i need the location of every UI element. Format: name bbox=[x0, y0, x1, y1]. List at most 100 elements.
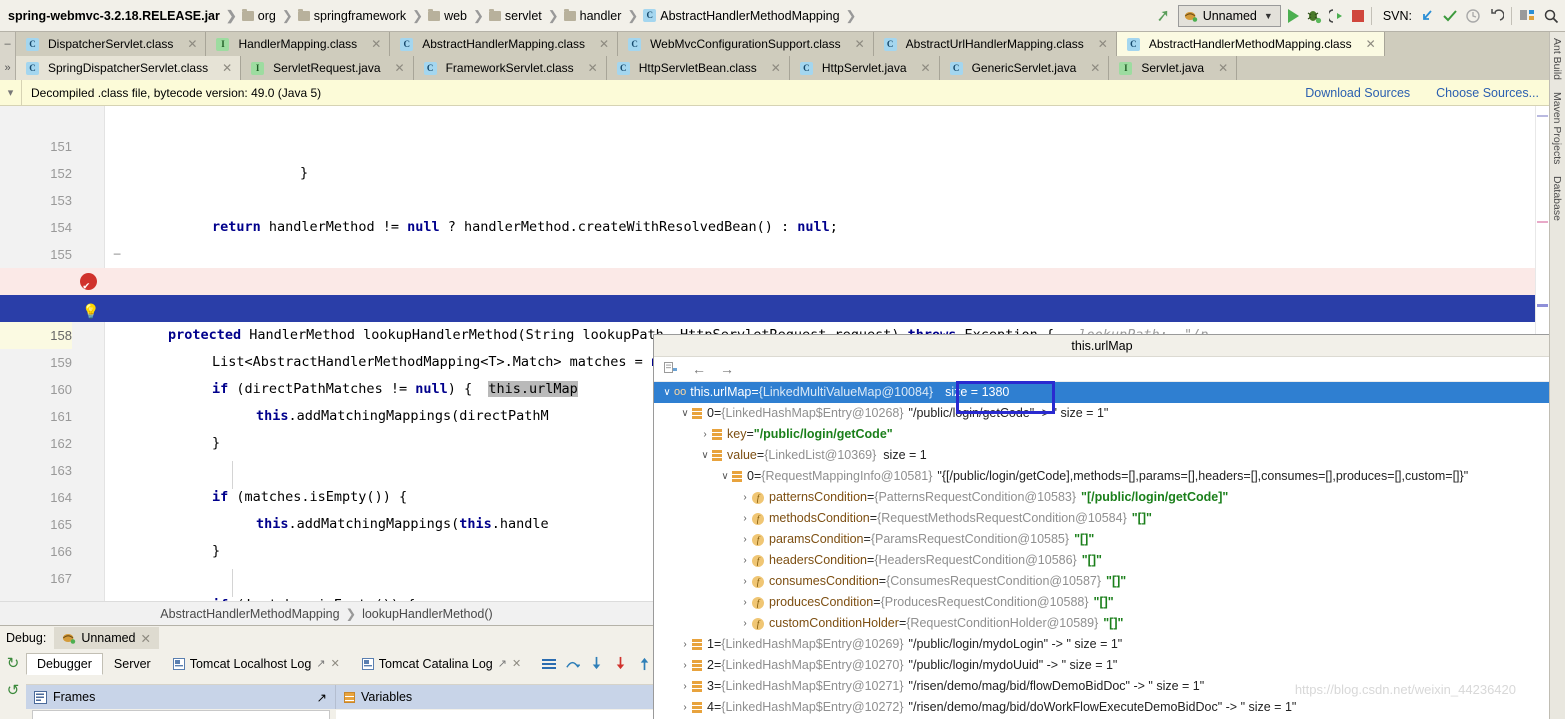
tab-debugger[interactable]: Debugger bbox=[26, 652, 103, 675]
tab-servlet[interactable]: I Servlet.java ✕ bbox=[1109, 56, 1238, 80]
debug-icon[interactable] bbox=[1306, 8, 1322, 24]
tree-row[interactable]: › f methodsCondition = {RequestMethodsRe… bbox=[654, 508, 1550, 529]
tree-row[interactable]: › key = "/public/login/getCode" bbox=[654, 424, 1550, 445]
chevron-right-icon[interactable]: › bbox=[678, 676, 692, 697]
tree-row[interactable]: › 1 = {LinkedHashMap$Entry@10269} "/publ… bbox=[654, 634, 1550, 655]
value-inspector-popup[interactable]: this.urlMap ← → ∨ oo this.urlMap = {Link… bbox=[653, 334, 1550, 719]
tabs-overflow-handle[interactable]: » bbox=[0, 56, 16, 80]
chevron-right-icon[interactable]: › bbox=[738, 550, 752, 571]
project-structure-icon[interactable] bbox=[1519, 8, 1536, 23]
chevron-right-icon[interactable]: › bbox=[738, 592, 752, 613]
pin-icon[interactable]: ↗ bbox=[317, 690, 327, 705]
tab-servletrequest[interactable]: I ServletRequest.java ✕ bbox=[241, 56, 414, 80]
breadcrumb-item-class[interactable]: C AbstractHandlerMethodMapping ❯ bbox=[643, 8, 861, 24]
chevron-right-icon[interactable]: › bbox=[738, 508, 752, 529]
rerun-icon[interactable]: ↻ bbox=[7, 654, 20, 672]
svn-history-icon[interactable] bbox=[1465, 8, 1481, 24]
tree-row[interactable]: › f customConditionHolder = {RequestCond… bbox=[654, 613, 1550, 634]
tab-abstracthandlermethodmapping[interactable]: C AbstractHandlerMethodMapping.class ✕ bbox=[1116, 32, 1385, 56]
tree-row[interactable]: ∨ 0 = {RequestMappingInfo@10581} "{[/pub… bbox=[654, 466, 1550, 487]
step-out-icon[interactable] bbox=[637, 656, 652, 671]
close-icon[interactable]: ✕ bbox=[222, 61, 232, 75]
step-into-icon[interactable] bbox=[589, 656, 604, 671]
chevron-right-icon[interactable]: › bbox=[678, 634, 692, 655]
search-icon[interactable] bbox=[1543, 8, 1559, 24]
tree-row[interactable]: › 4 = {LinkedHashMap$Entry@10272} "/rise… bbox=[654, 697, 1550, 718]
run-configuration-selector[interactable]: Unnamed ▼ bbox=[1177, 4, 1281, 27]
svn-update-icon[interactable] bbox=[1419, 8, 1435, 24]
breadcrumb-item-org[interactable]: org ❯ bbox=[241, 8, 298, 24]
tab-abstracturlhandlermapping[interactable]: C AbstractUrlHandlerMapping.class ✕ bbox=[873, 32, 1117, 56]
tree-row[interactable]: › f producesCondition = {ProducesRequest… bbox=[654, 592, 1550, 613]
close-icon[interactable]: ✕ bbox=[331, 657, 340, 670]
close-icon[interactable]: ✕ bbox=[1218, 61, 1228, 75]
close-icon[interactable]: ✕ bbox=[771, 61, 781, 75]
tab-genericservlet[interactable]: C GenericServlet.java ✕ bbox=[939, 56, 1110, 80]
tree-row[interactable]: ∨ oo this.urlMap = {LinkedMultiValueMap@… bbox=[654, 382, 1550, 403]
close-icon[interactable]: ✕ bbox=[512, 657, 521, 670]
breadcrumb-class-name[interactable]: AbstractHandlerMethodMapping bbox=[160, 607, 339, 621]
tree-row[interactable]: › 2 = {LinkedHashMap$Entry@10270} "/publ… bbox=[654, 655, 1550, 676]
tree-row[interactable]: ∨ value = {LinkedList@10369} size = 1 bbox=[654, 445, 1550, 466]
breadcrumb-item-handler[interactable]: handler ❯ bbox=[563, 8, 644, 24]
breadcrumb-method-name[interactable]: lookupHandlerMethod() bbox=[362, 607, 493, 621]
close-icon[interactable]: ✕ bbox=[1098, 37, 1108, 51]
svn-commit-icon[interactable] bbox=[1442, 8, 1458, 24]
copy-value-icon[interactable] bbox=[664, 362, 678, 376]
chevron-down-icon[interactable]: ∨ bbox=[678, 403, 692, 424]
run-with-coverage-icon[interactable] bbox=[1328, 8, 1345, 24]
breadcrumb-item-servlet[interactable]: servlet ❯ bbox=[488, 8, 564, 24]
run-icon[interactable] bbox=[1287, 8, 1299, 23]
tab-webmvcconfigurationsupport[interactable]: C WebMvcConfigurationSupport.class ✕ bbox=[618, 32, 874, 56]
chevron-right-icon[interactable]: › bbox=[698, 424, 712, 445]
close-icon[interactable]: ✕ bbox=[141, 631, 151, 646]
close-icon[interactable]: ✕ bbox=[187, 37, 197, 51]
tree-row[interactable]: › f patternsCondition = {PatternsRequest… bbox=[654, 487, 1550, 508]
pin-icon[interactable]: ↗ bbox=[498, 657, 507, 670]
frames-pane-header[interactable]: Frames ↗ bbox=[26, 685, 336, 709]
banner-collapse-icon[interactable]: ▾ bbox=[0, 80, 22, 105]
show-execution-point-icon[interactable] bbox=[542, 658, 557, 669]
stop-icon[interactable] bbox=[1351, 9, 1364, 22]
variables-pane-header[interactable]: Variables bbox=[336, 685, 653, 709]
tab-httpservlet[interactable]: C HttpServlet.java ✕ bbox=[789, 56, 940, 80]
restart-icon[interactable]: ↺ bbox=[7, 681, 20, 699]
tool-button-maven-projects[interactable]: Maven Projects bbox=[1550, 86, 1564, 170]
frames-list[interactable] bbox=[32, 710, 330, 719]
chevron-right-icon[interactable]: › bbox=[738, 613, 752, 634]
breadcrumb-item-web[interactable]: web ❯ bbox=[428, 8, 489, 24]
chevron-right-icon[interactable]: › bbox=[738, 487, 752, 508]
chevron-right-icon[interactable]: › bbox=[678, 655, 692, 676]
tab-frameworkservlet[interactable]: C FrameworkServlet.class ✕ bbox=[413, 56, 607, 80]
close-icon[interactable]: ✕ bbox=[1090, 61, 1100, 75]
close-icon[interactable]: ✕ bbox=[588, 61, 598, 75]
tab-httpservletbean[interactable]: C HttpServletBean.class ✕ bbox=[606, 56, 790, 80]
choose-sources-link[interactable]: Choose Sources... bbox=[1436, 86, 1539, 100]
svn-revert-icon[interactable] bbox=[1488, 8, 1504, 24]
close-icon[interactable]: ✕ bbox=[395, 61, 405, 75]
close-icon[interactable]: ✕ bbox=[599, 37, 609, 51]
breadcrumb-item-springframework[interactable]: springframework ❯ bbox=[297, 8, 428, 24]
tab-server[interactable]: Server bbox=[103, 653, 162, 675]
tool-button-database[interactable]: Database bbox=[1550, 170, 1564, 227]
tabs-collapse-handle[interactable]: – bbox=[0, 32, 16, 56]
debug-session-tab[interactable]: Unnamed ✕ bbox=[54, 627, 159, 649]
chevron-right-icon[interactable]: › bbox=[738, 571, 752, 592]
tree-row[interactable]: ∨ 0 = {LinkedHashMap$Entry@10268} "/publ… bbox=[654, 403, 1550, 424]
tree-row[interactable]: › f paramsCondition = {ParamsRequestCond… bbox=[654, 529, 1550, 550]
tool-button-ant-build[interactable]: Ant Build bbox=[1550, 32, 1564, 86]
download-sources-link[interactable]: Download Sources bbox=[1305, 86, 1410, 100]
tab-handlermapping[interactable]: I HandlerMapping.class ✕ bbox=[206, 32, 391, 56]
breadcrumb-root[interactable]: spring-webmvc-3.2.18.RELEASE.jar ❯ bbox=[8, 8, 242, 24]
force-step-into-icon[interactable] bbox=[613, 656, 628, 671]
step-over-icon[interactable] bbox=[565, 656, 581, 671]
breakpoint-icon[interactable] bbox=[80, 272, 97, 299]
close-icon[interactable]: ✕ bbox=[371, 37, 381, 51]
tab-dispatcherservlet[interactable]: C DispatcherServlet.class ✕ bbox=[16, 32, 207, 56]
tab-abstracthandlermapping[interactable]: C AbstractHandlerMapping.class ✕ bbox=[390, 32, 619, 56]
chevron-down-icon[interactable]: ∨ bbox=[660, 382, 674, 403]
chevron-right-icon[interactable]: › bbox=[738, 529, 752, 550]
pin-icon[interactable]: ↗ bbox=[316, 657, 325, 670]
back-arrow-icon[interactable]: ➚ bbox=[1156, 5, 1172, 26]
chevron-right-icon[interactable]: › bbox=[678, 697, 692, 718]
